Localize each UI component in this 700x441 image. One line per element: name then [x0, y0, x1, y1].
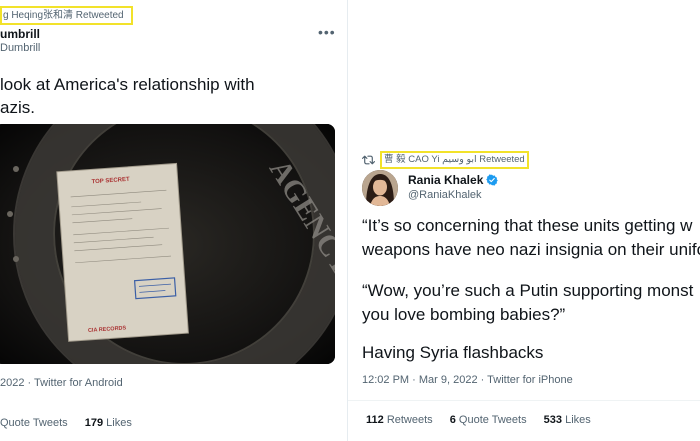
left-tweet: g Heqing张和清 Retweeted umbrill Dumbrill •…	[0, 0, 346, 441]
document-image: TOP SECRET CIA RECORDS	[56, 162, 189, 342]
author-handle[interactable]: @RaniaKhalek	[408, 189, 482, 201]
likes-stat[interactable]: 179 Likes	[85, 417, 132, 429]
tweet-text-line: Having Syria flashbacks	[362, 343, 544, 362]
author-name[interactable]: umbrill	[0, 27, 40, 41]
tweet-video[interactable]: AGENCY TOP SECRET CIA RECORDS	[0, 124, 335, 364]
retweet-banner[interactable]: 曹 毅 CAO Yi ابو وسيم Retweeted	[380, 151, 529, 169]
avatar-image	[362, 170, 398, 206]
tweet-text-line: look at America's relationship with	[0, 75, 255, 94]
quote-tweets-stat[interactable]: 6 Quote Tweets	[450, 414, 527, 426]
likes-label: Likes	[565, 414, 591, 426]
verified-badge-icon	[486, 174, 499, 186]
retweets-stat[interactable]: 112 Retweets	[366, 414, 433, 426]
likes-count: 179	[84, 417, 104, 429]
quote-tweets-label: Quote Tweets	[458, 414, 527, 426]
tweet-timestamp[interactable]: 2022 · Twitter for Android	[0, 377, 123, 389]
more-horizontal-icon[interactable]: •••	[318, 24, 336, 40]
tweet-text-line: “Wow, you’re such a Putin supporting mon…	[362, 281, 694, 300]
retweet-banner[interactable]: g Heqing张和清 Retweeted	[0, 6, 133, 25]
tweet-stats: Quote Tweets 179 Likes	[0, 417, 146, 429]
author-name-text: Rania Khalek	[408, 173, 484, 187]
author-handle[interactable]: Dumbrill	[0, 42, 40, 54]
retweet-icon	[362, 155, 375, 165]
tweet-text-line: “It’s so concerning that these units get…	[362, 216, 693, 235]
likes-count: 533	[543, 414, 563, 426]
tweet-text-line: you love bombing babies?”	[362, 305, 566, 324]
right-tweet: 曹 毅 CAO Yi ابو وسيم Retweeted Rania Khal…	[348, 0, 700, 441]
quote-tweets-label: Quote Tweets	[0, 417, 68, 429]
tweet-stats: 112 Retweets 6 Quote Tweets 533 Likes	[366, 414, 605, 426]
tweet-text-line: weapons have neo nazi insignia on their …	[362, 240, 700, 259]
divider	[348, 400, 700, 401]
tweet-timestamp[interactable]: 12:02 PM · Mar 9, 2022 · Twitter for iPh…	[362, 374, 573, 386]
video-frame: AGENCY TOP SECRET CIA RECORDS	[0, 124, 335, 364]
avatar[interactable]	[362, 170, 398, 206]
tweet-text-line: azis.	[0, 98, 35, 117]
quote-tweets-count: 6	[449, 414, 456, 426]
author-name[interactable]: Rania Khalek	[408, 173, 499, 187]
quote-tweets-stat[interactable]: Quote Tweets	[0, 417, 68, 429]
retweets-label: Retweets	[386, 414, 433, 426]
likes-stat[interactable]: 533 Likes	[544, 414, 591, 426]
likes-label: Likes	[106, 417, 132, 429]
tweet-text: look at America's relationship with azis…	[0, 73, 300, 119]
retweets-count: 112	[366, 414, 384, 426]
